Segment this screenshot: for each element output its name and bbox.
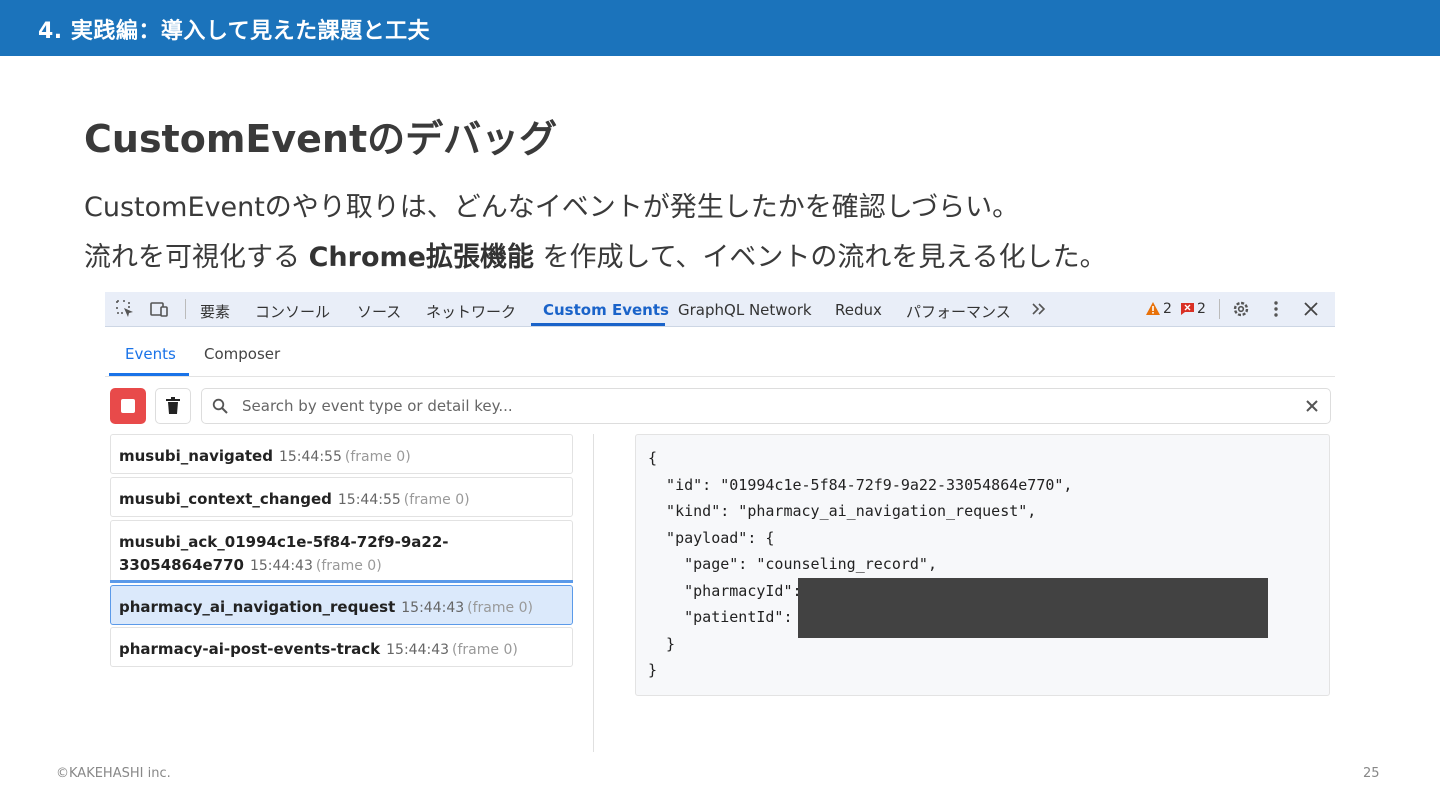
body-line-2-pre: 流れを可視化する xyxy=(84,242,309,273)
devtools-tab-bar: 要素 コンソール ソース ネットワーク Custom Events GraphQ… xyxy=(105,292,1335,327)
json-line: "kind": "pharmacy_ai_navigation_request"… xyxy=(648,502,1037,520)
event-detail-json: { "id": "01994c1e-5f84-72f9-9a22-3305486… xyxy=(635,434,1330,696)
kebab-menu-icon[interactable] xyxy=(1266,299,1286,319)
event-frame: (frame 0) xyxy=(452,642,518,658)
clear-events-button[interactable] xyxy=(155,388,191,424)
body-line-2-post: を作成して、イベントの流れを見える化した。 xyxy=(533,242,1107,273)
event-row[interactable]: musubi_navigated 15:44:55 (frame 0) xyxy=(110,434,573,474)
device-toolbar-icon[interactable] xyxy=(149,299,169,319)
event-row[interactable]: musubi_ack_01994c1e-5f84-72f9-9a22-33054… xyxy=(110,520,573,582)
event-frame: (frame 0) xyxy=(467,600,533,616)
tab-sources[interactable]: ソース xyxy=(357,301,401,322)
json-line: "page": "counseling_record", xyxy=(648,555,937,573)
tab-console[interactable]: コンソール xyxy=(255,301,330,322)
event-name: musubi_context_changed xyxy=(119,490,332,508)
json-line: } xyxy=(648,635,676,653)
section-header: 4. 実践編：導入して見えた課題と工夫 xyxy=(0,0,1440,56)
tab-network[interactable]: ネットワーク xyxy=(426,301,516,322)
tab-elements[interactable]: 要素 xyxy=(200,301,230,322)
inspect-element-icon[interactable] xyxy=(115,299,135,319)
redaction-block xyxy=(798,578,1268,638)
close-icon[interactable] xyxy=(1301,299,1321,319)
error-count: 2 xyxy=(1197,301,1206,317)
event-name: pharmacy_ai_navigation_request xyxy=(119,598,396,616)
tab-separator xyxy=(1219,299,1220,319)
event-frame: (frame 0) xyxy=(403,492,470,508)
search-placeholder: Search by event type or detail key... xyxy=(242,397,513,415)
event-time: 15:44:55 xyxy=(337,492,401,508)
body-line-2: 流れを可視化する Chrome拡張機能 を作成して、イベントの流れを見える化した… xyxy=(84,235,1107,274)
page-number: 25 xyxy=(1363,766,1380,781)
event-frame: (frame 0) xyxy=(315,558,382,574)
trash-icon xyxy=(166,397,180,414)
search-icon xyxy=(212,398,228,414)
section-title: 4. 実践編：導入して見えた課題と工夫 xyxy=(38,19,431,44)
tab-graphql-network[interactable]: GraphQL Network xyxy=(678,301,812,319)
stop-recording-button[interactable] xyxy=(110,388,146,424)
warning-count: 2 xyxy=(1163,301,1172,317)
json-line: "patientId": xyxy=(648,608,793,626)
event-time: 15:44:43 xyxy=(401,600,465,616)
clear-search-icon[interactable] xyxy=(1306,400,1318,412)
json-line: { xyxy=(648,449,658,467)
error-icon[interactable] xyxy=(1180,302,1195,316)
selection-indicator xyxy=(110,580,573,583)
subtab-composer[interactable]: Composer xyxy=(204,345,280,363)
tab-custom-events[interactable]: Custom Events xyxy=(543,301,669,319)
subtab-indicator xyxy=(109,373,189,376)
json-line: "payload": { xyxy=(648,529,775,547)
tab-performance[interactable]: パフォーマンス xyxy=(906,301,1011,322)
pane-divider[interactable] xyxy=(593,434,594,752)
event-search-field[interactable]: Search by event type or detail key... xyxy=(201,388,1331,424)
json-line: "pharmacyId": xyxy=(648,582,802,600)
event-time: 15:44:55 xyxy=(278,449,342,465)
devtools-panel: 要素 コンソール ソース ネットワーク Custom Events GraphQ… xyxy=(105,292,1335,752)
event-row[interactable]: musubi_context_changed 15:44:55 (frame 0) xyxy=(110,477,573,517)
stop-icon xyxy=(121,399,135,413)
tab-separator xyxy=(185,299,186,319)
event-name: musubi_navigated xyxy=(119,447,273,465)
settings-gear-icon[interactable] xyxy=(1231,299,1251,319)
event-frame: (frame 0) xyxy=(344,449,411,465)
subtab-events[interactable]: Events xyxy=(125,345,176,363)
copyright: ©KAKEHASHI inc. xyxy=(56,766,171,781)
panel-subtabs: Events Composer xyxy=(105,326,1335,377)
event-time: 15:44:43 xyxy=(386,642,450,658)
event-time: 15:44:43 xyxy=(249,558,313,574)
event-name: pharmacy-ai-post-events-track xyxy=(119,640,381,658)
warning-icon[interactable] xyxy=(1145,301,1161,316)
event-row-selected[interactable]: pharmacy_ai_navigation_request 15:44:43 (f… xyxy=(110,585,573,625)
json-line: "id": "01994c1e-5f84-72f9-9a22-33054864e… xyxy=(648,476,1073,494)
tab-redux[interactable]: Redux xyxy=(835,301,882,319)
json-line: } xyxy=(648,661,658,679)
body-line-2-bold: Chrome拡張機能 xyxy=(308,242,534,273)
slide-title: CustomEventのデバッグ xyxy=(84,117,558,161)
body-line-1: CustomEventのやり取りは、どんなイベントが発生したかを確認しづらい。 xyxy=(84,192,1020,223)
more-tabs-chevron-icon[interactable] xyxy=(1029,299,1049,319)
event-row[interactable]: pharmacy-ai-post-events-track 15:44:43 (fr… xyxy=(110,627,573,667)
